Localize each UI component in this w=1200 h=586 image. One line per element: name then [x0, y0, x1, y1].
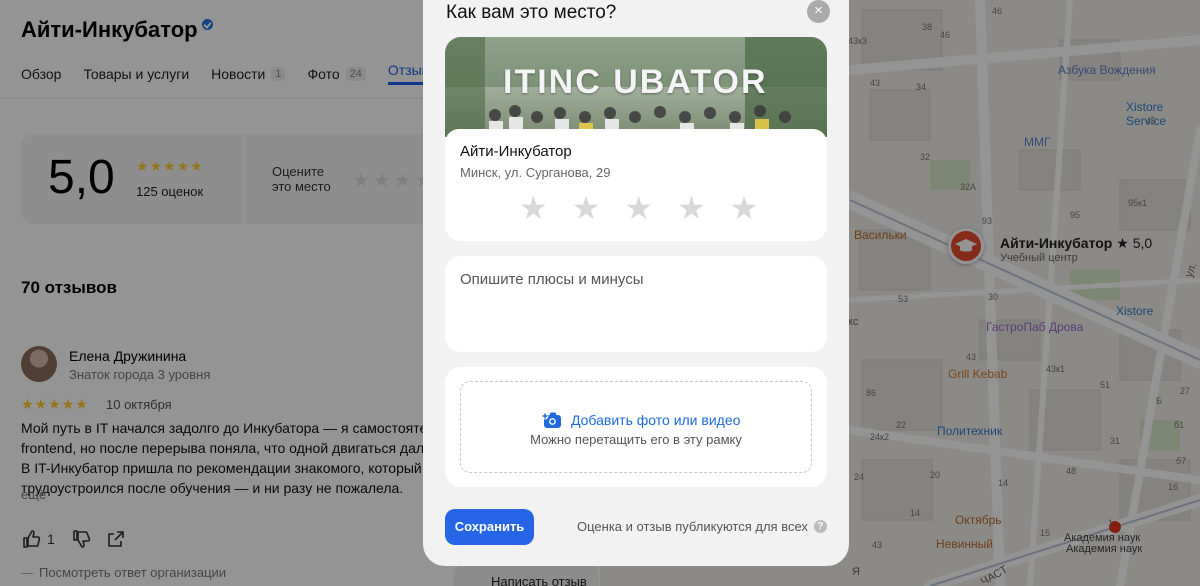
star-5-button[interactable]: ★ — [730, 191, 759, 225]
star-4-button[interactable]: ★ — [677, 191, 706, 225]
help-icon[interactable]: ? — [813, 520, 827, 533]
review-text-box — [445, 256, 827, 352]
save-button[interactable]: Сохранить — [445, 509, 534, 545]
page: Айти-Инкубатор Обзор Товары и услуги Нов… — [0, 0, 1200, 586]
review-textarea[interactable] — [460, 271, 812, 341]
drop-hint: Можно перетащить его в эту рамку — [530, 432, 742, 447]
place-card: ITINC UBATOR Айти-Инкубатор Минск, ул. С… — [445, 37, 827, 241]
close-icon: × — [814, 2, 823, 19]
star-3-button[interactable]: ★ — [624, 191, 653, 225]
media-upload-card: Добавить фото или видео Можно перетащить… — [445, 367, 827, 487]
place-name: Айти-Инкубатор — [460, 143, 572, 160]
review-modal: Как вам это место? × ITINC UBATOR Айти-И… — [423, 0, 849, 566]
camera-plus-icon — [541, 412, 561, 428]
place-address: Минск, ул. Сурганова, 29 — [460, 165, 611, 180]
modal-title: Как вам это место? — [446, 2, 617, 23]
add-photo-label: Добавить фото или видео — [571, 412, 741, 428]
add-photo-button[interactable]: Добавить фото или видео — [541, 411, 740, 429]
footer-note-text: Оценка и отзыв публикуются для всех — [577, 519, 808, 534]
photo-sign: ITINC UBATOR — [503, 63, 768, 101]
star-2-button[interactable]: ★ — [572, 191, 601, 225]
media-dropzone[interactable]: Добавить фото или видео Можно перетащить… — [460, 381, 812, 473]
place-card-body: Айти-Инкубатор Минск, ул. Сурганова, 29 … — [445, 129, 827, 241]
close-button[interactable]: × — [807, 0, 830, 23]
star-1-button[interactable]: ★ — [519, 191, 548, 225]
star-rating-input: ★ ★ ★ ★ ★ — [519, 191, 758, 225]
footer-note: Оценка и отзыв публикуются для всех ? — [577, 519, 827, 534]
